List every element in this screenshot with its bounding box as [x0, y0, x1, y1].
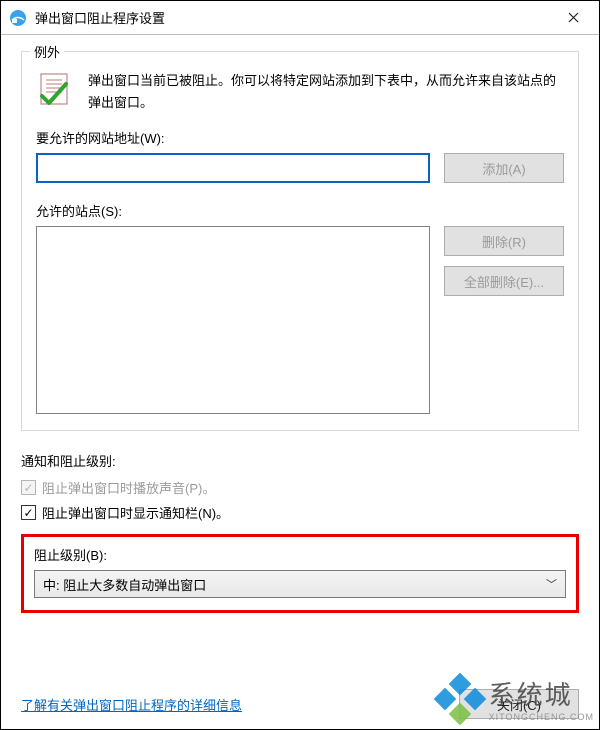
remove-all-button-label: 全部删除(E)...	[464, 272, 544, 291]
allowed-sites-listbox[interactable]	[36, 226, 430, 414]
address-input[interactable]	[36, 153, 430, 183]
exceptions-group: 例外 弹出窗口当前已被阻止。你可以将特定网站添加到下表中，从而允许来自该站点的弹…	[21, 51, 579, 431]
app-icon	[9, 9, 27, 27]
dialog-window: 弹出窗口阻止程序设置 例外 弹出窗口当前已被阻止。你可以将特	[0, 0, 600, 730]
chevron-down-icon: ﹀	[546, 576, 557, 592]
intro-text: 弹出窗口当前已被阻止。你可以将特定网站添加到下表中，从而允许来自该站点的弹出窗口…	[88, 70, 564, 114]
close-button[interactable]	[553, 4, 593, 32]
exceptions-group-title: 例外	[30, 42, 64, 61]
sites-row: 删除(R) 全部删除(E)...	[36, 226, 564, 414]
address-row: 添加(A)	[36, 153, 564, 183]
close-dialog-button-label: 关闭(C)	[497, 695, 541, 714]
document-check-icon	[36, 70, 74, 108]
content-area: 例外 弹出窗口当前已被阻止。你可以将特定网站添加到下表中，从而允许来自该站点的弹…	[1, 35, 599, 729]
block-level-label: 阻止级别(B):	[34, 545, 566, 564]
block-level-select[interactable]: 中: 阻止大多数自动弹出窗口 ﹀	[34, 570, 566, 598]
add-button[interactable]: 添加(A)	[444, 153, 564, 183]
bar-checkbox[interactable]: ✓	[21, 505, 36, 520]
sites-label: 允许的站点(S):	[36, 201, 564, 220]
close-dialog-button[interactable]: 关闭(C)	[459, 689, 579, 719]
window-title: 弹出窗口阻止程序设置	[35, 8, 553, 27]
sites-side-buttons: 删除(R) 全部删除(E)...	[444, 226, 564, 414]
block-level-value: 中: 阻止大多数自动弹出窗口	[43, 575, 206, 594]
remove-button-label: 删除(R)	[482, 232, 526, 251]
sound-checkbox-row: ✓ 阻止弹出窗口时播放声音(P)。	[21, 478, 579, 497]
block-level-highlight: 阻止级别(B): 中: 阻止大多数自动弹出窗口 ﹀	[21, 534, 579, 613]
close-icon	[568, 12, 579, 23]
bar-checkbox-label: 阻止弹出窗口时显示通知栏(N)。	[42, 503, 229, 522]
intro-row: 弹出窗口当前已被阻止。你可以将特定网站添加到下表中，从而允许来自该站点的弹出窗口…	[36, 70, 564, 114]
address-label: 要允许的网站地址(W):	[36, 128, 564, 147]
remove-button[interactable]: 删除(R)	[444, 226, 564, 256]
footer-row: 了解有关弹出窗口阻止程序的详细信息 关闭(C)	[21, 679, 579, 719]
sound-checkbox-label: 阻止弹出窗口时播放声音(P)。	[42, 478, 215, 497]
notify-section-label: 通知和阻止级别:	[21, 451, 579, 470]
remove-all-button[interactable]: 全部删除(E)...	[444, 266, 564, 296]
sound-checkbox: ✓	[21, 480, 36, 495]
learn-more-link[interactable]: 了解有关弹出窗口阻止程序的详细信息	[21, 695, 242, 714]
bar-checkbox-row: ✓ 阻止弹出窗口时显示通知栏(N)。	[21, 503, 579, 522]
add-button-label: 添加(A)	[482, 159, 525, 178]
titlebar: 弹出窗口阻止程序设置	[1, 1, 599, 35]
